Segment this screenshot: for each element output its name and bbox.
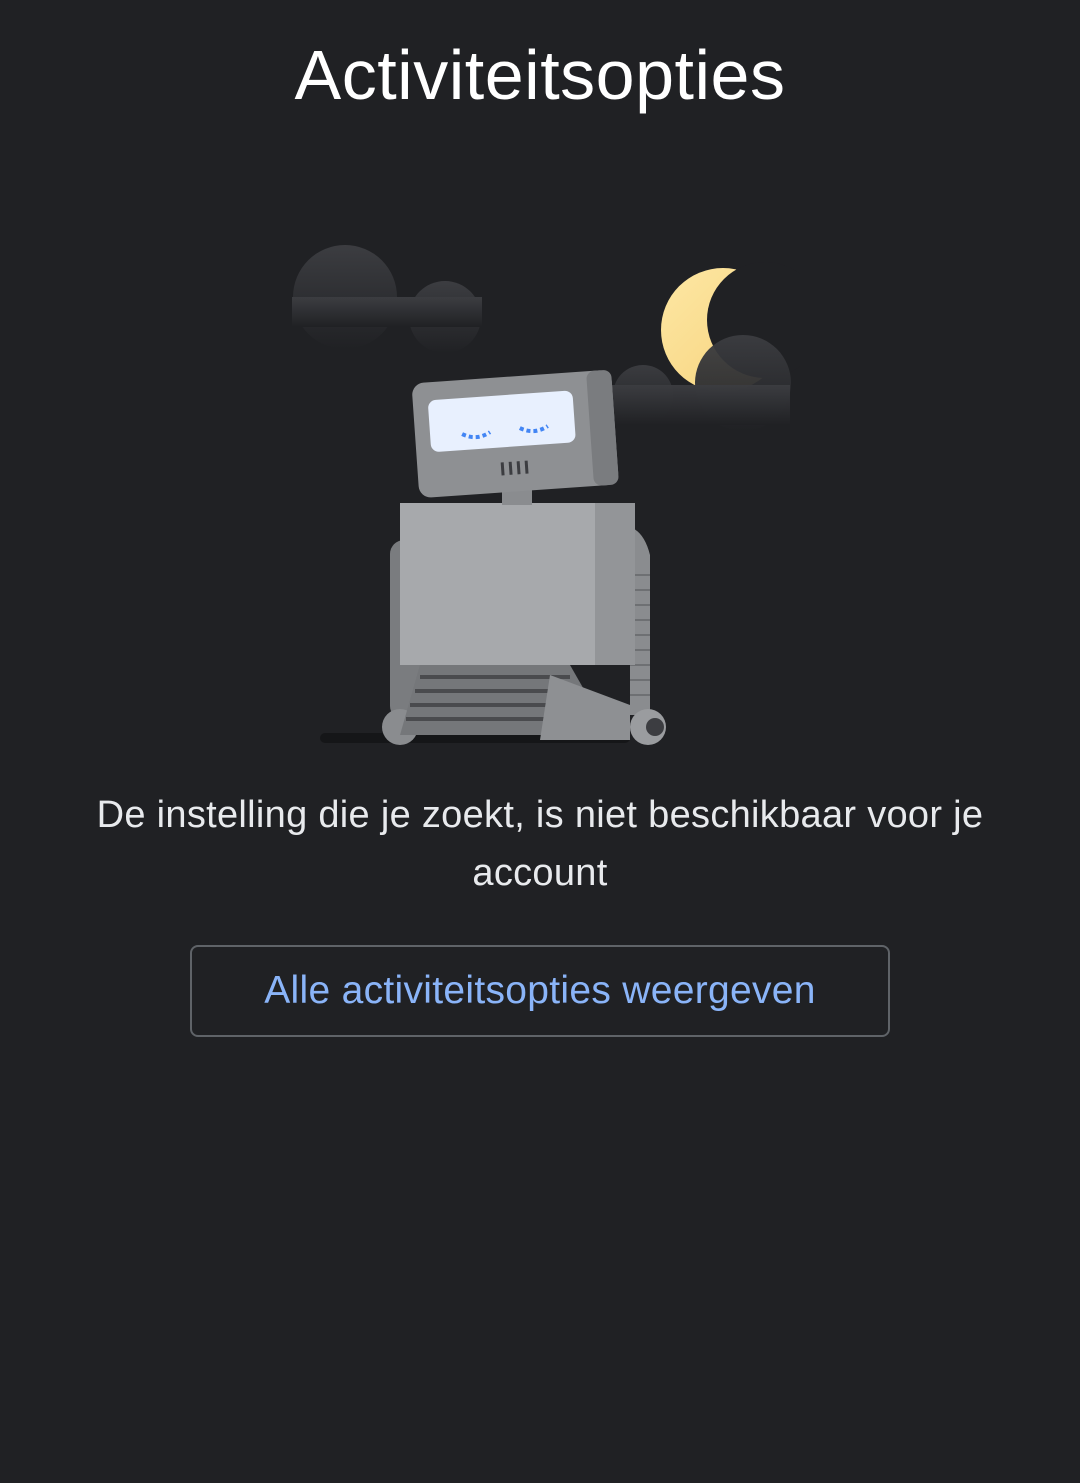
view-all-activity-options-button[interactable]: Alle activiteitsopties weergeven [190,945,890,1037]
sleeping-robot-illustration [292,245,800,745]
unavailable-message: De instelling die je zoekt, is niet besc… [96,794,984,894]
page-title: Activiteitsopties [294,36,786,114]
button-label: Alle activiteitsopties weergeven [264,969,816,1012]
cloud-icon [292,245,482,353]
